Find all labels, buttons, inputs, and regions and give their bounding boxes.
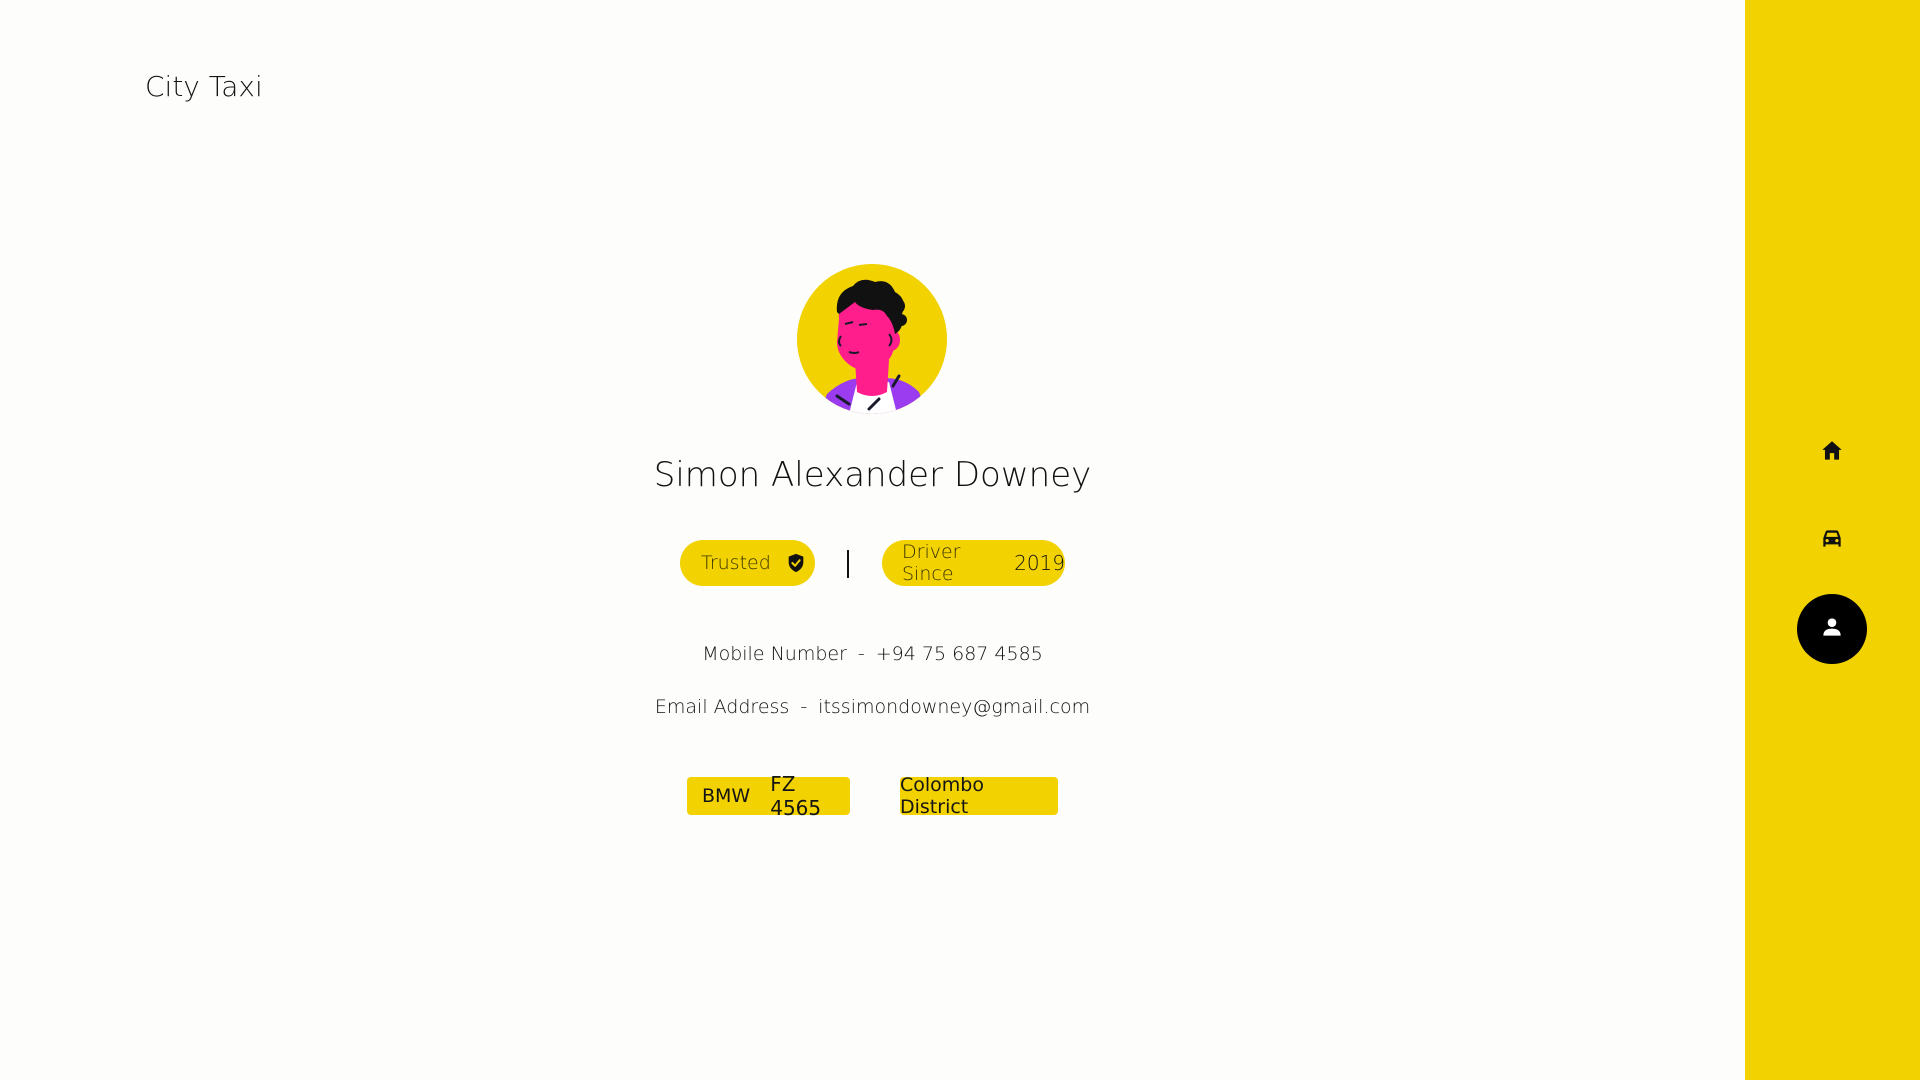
user-icon	[1819, 614, 1845, 644]
driver-since-badge: Driver Since 2019	[882, 540, 1065, 586]
trusted-badge: Trusted	[680, 540, 815, 586]
mobile-number-row: Mobile Number - +94 75 687 4585	[0, 643, 1745, 665]
driver-since-year: 2019	[1014, 551, 1065, 575]
sidebar-nav	[1745, 0, 1920, 1080]
email-separator: -	[800, 696, 808, 718]
vehicle-plate: FZ 4565	[770, 772, 822, 820]
badge-divider	[847, 550, 849, 578]
district-tag: Colombo District	[900, 774, 1058, 818]
nav-item-home[interactable]	[1797, 418, 1867, 488]
home-icon	[1819, 438, 1845, 468]
vehicle-tag: BMW FZ 4565	[687, 772, 850, 820]
nav-item-profile[interactable]	[1797, 594, 1867, 664]
email-address-row: Email Address - itssimondowney@gmail.com	[0, 696, 1745, 718]
email-label: Email Address	[654, 696, 790, 718]
mobile-label: Mobile Number	[702, 643, 847, 665]
vehicle-make: BMW	[702, 785, 751, 807]
nav-item-vehicle[interactable]	[1797, 506, 1867, 576]
driver-name: Simon Alexander Downey	[653, 455, 1092, 495]
trusted-label: Trusted	[701, 552, 771, 574]
district-label: Colombo District	[900, 774, 984, 818]
driver-since-label: Driver Since	[902, 541, 961, 585]
avatar-illustration	[797, 264, 947, 414]
email-value: itssimondowney@gmail.com	[818, 696, 1091, 718]
avatar	[797, 264, 947, 414]
mobile-value: +94 75 687 4585	[875, 643, 1043, 665]
mobile-separator: -	[857, 643, 865, 665]
profile-card: Simon Alexander Downey Trusted Driver Si…	[0, 0, 1745, 1080]
car-icon	[1819, 526, 1845, 556]
profile-page: City Taxi Simon Alexander Downey Trusted…	[0, 0, 1920, 1080]
shield-check-icon	[785, 551, 809, 575]
